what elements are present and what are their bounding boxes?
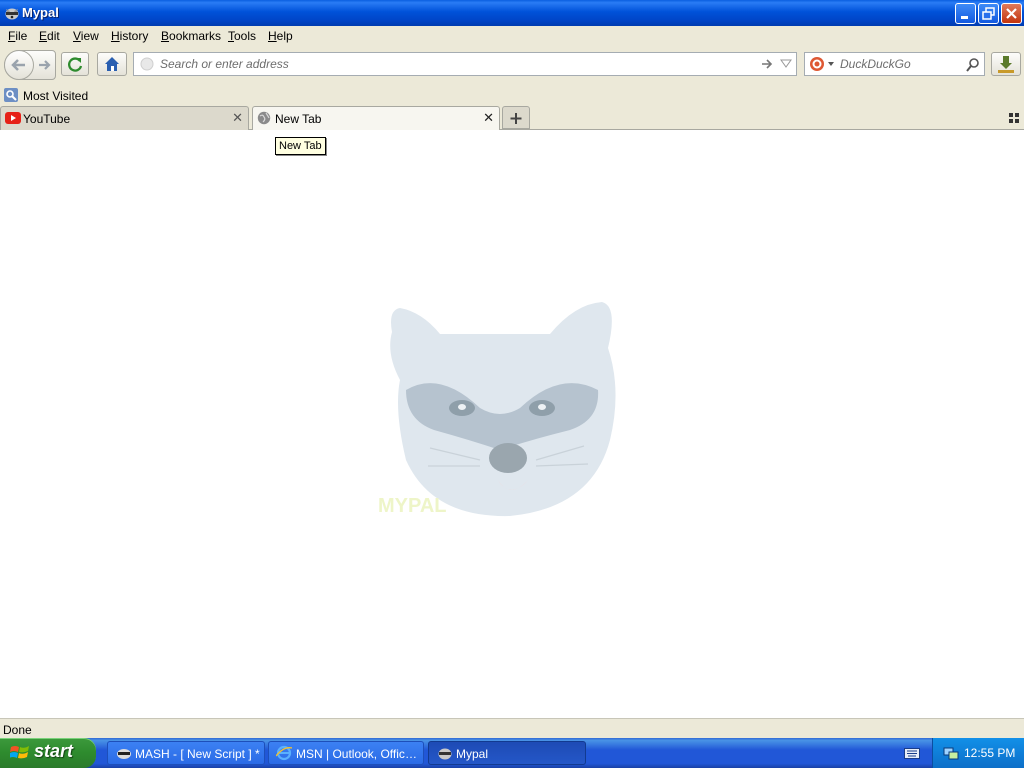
menu-help[interactable]: Help xyxy=(268,29,293,43)
taskbar-item-mash[interactable]: MASH - [ New Script ] * xyxy=(107,741,265,765)
window-title: Mypal xyxy=(22,5,59,20)
title-bar: Mypal xyxy=(0,0,1024,26)
duckduckgo-engine-icon[interactable] xyxy=(809,56,837,72)
downloads-button[interactable] xyxy=(991,52,1021,76)
keyboard-icon[interactable] xyxy=(904,746,920,760)
dropdown-arrow-icon[interactable] xyxy=(780,59,792,69)
taskbar-item-label: MASH - [ New Script ] * xyxy=(135,747,260,761)
restore-icon xyxy=(982,7,995,20)
search-bar[interactable] xyxy=(804,52,985,76)
mash-icon xyxy=(117,749,131,759)
address-input[interactable] xyxy=(160,55,760,73)
home-button[interactable] xyxy=(97,52,127,76)
home-icon xyxy=(105,57,119,71)
navigation-toolbar xyxy=(0,46,1024,86)
tab-list-icon[interactable] xyxy=(1009,113,1019,123)
menu-bar: File Edit View History Bookmarks Tools H… xyxy=(0,26,1024,46)
taskbar-item-msn[interactable]: MSN | Outlook, Office... xyxy=(268,741,424,765)
restore-button[interactable] xyxy=(978,3,999,24)
tab-youtube[interactable]: YouTube ✕ xyxy=(0,106,249,130)
back-button[interactable] xyxy=(4,50,34,80)
most-visited-label: Most Visited xyxy=(23,89,89,103)
page-icon xyxy=(140,57,154,71)
search-input[interactable] xyxy=(840,55,960,73)
new-tab-button[interactable] xyxy=(502,106,530,129)
plus-icon xyxy=(510,113,522,124)
mypal-logo-text: MYPAL xyxy=(378,495,447,517)
status-text: Done xyxy=(3,723,32,737)
globe-icon xyxy=(257,111,271,125)
close-tab-icon[interactable]: ✕ xyxy=(483,110,494,126)
mypal-icon xyxy=(438,748,452,760)
windows-logo-icon xyxy=(10,746,29,759)
most-visited-folder[interactable]: Most Visited xyxy=(3,87,93,105)
close-icon xyxy=(1006,8,1017,19)
reload-button[interactable] xyxy=(61,52,89,76)
taskbar-item-label: MSN | Outlook, Office... xyxy=(296,747,418,761)
start-button[interactable]: start xyxy=(0,738,96,768)
taskbar-item-label: Mypal xyxy=(456,747,489,761)
ie-icon xyxy=(276,745,292,761)
bookmarks-toolbar: Most Visited xyxy=(0,86,1024,106)
menu-view[interactable]: View xyxy=(73,29,99,43)
start-label: start xyxy=(34,741,74,761)
address-bar[interactable] xyxy=(133,52,797,76)
taskbar: start MASH - [ New Script ] * MSN | Outl… xyxy=(0,738,1024,768)
minimize-icon xyxy=(961,16,968,19)
menu-bookmarks[interactable]: Bookmarks xyxy=(161,29,221,43)
menu-tools[interactable]: Tools xyxy=(228,29,256,43)
tab-tooltip: New Tab xyxy=(275,137,326,155)
most-visited-icon xyxy=(4,88,18,102)
close-tab-icon[interactable]: ✕ xyxy=(232,110,243,126)
reload-icon xyxy=(68,57,83,72)
go-arrow-icon[interactable] xyxy=(760,57,774,71)
mypal-raccoon-logo: MYPAL xyxy=(378,302,616,517)
menu-file[interactable]: File xyxy=(8,29,27,43)
back-arrow-icon xyxy=(11,59,25,71)
search-icon[interactable] xyxy=(965,57,981,73)
menu-edit[interactable]: Edit xyxy=(39,29,60,43)
forward-arrow-icon xyxy=(39,60,51,70)
tab-strip: YouTube ✕ New Tab ✕ xyxy=(0,106,1024,131)
status-bar: Done xyxy=(0,718,1024,738)
minimize-button[interactable] xyxy=(955,3,976,24)
tab-label: YouTube xyxy=(23,112,71,126)
mypal-icon xyxy=(5,8,19,20)
back-forward-group xyxy=(4,50,56,80)
taskbar-item-mypal[interactable]: Mypal xyxy=(428,741,586,765)
tab-label: New Tab xyxy=(275,112,322,126)
network-icon[interactable] xyxy=(943,745,959,761)
tab-new-tab[interactable]: New Tab ✕ xyxy=(252,106,500,131)
youtube-icon xyxy=(5,112,21,124)
page-content: MYPAL xyxy=(0,130,1024,718)
forward-button[interactable] xyxy=(36,55,54,75)
menu-history[interactable]: History xyxy=(111,29,148,43)
close-window-button[interactable] xyxy=(1001,3,1022,24)
download-icon xyxy=(998,56,1014,73)
clock[interactable]: 12:55 PM xyxy=(964,746,1015,760)
